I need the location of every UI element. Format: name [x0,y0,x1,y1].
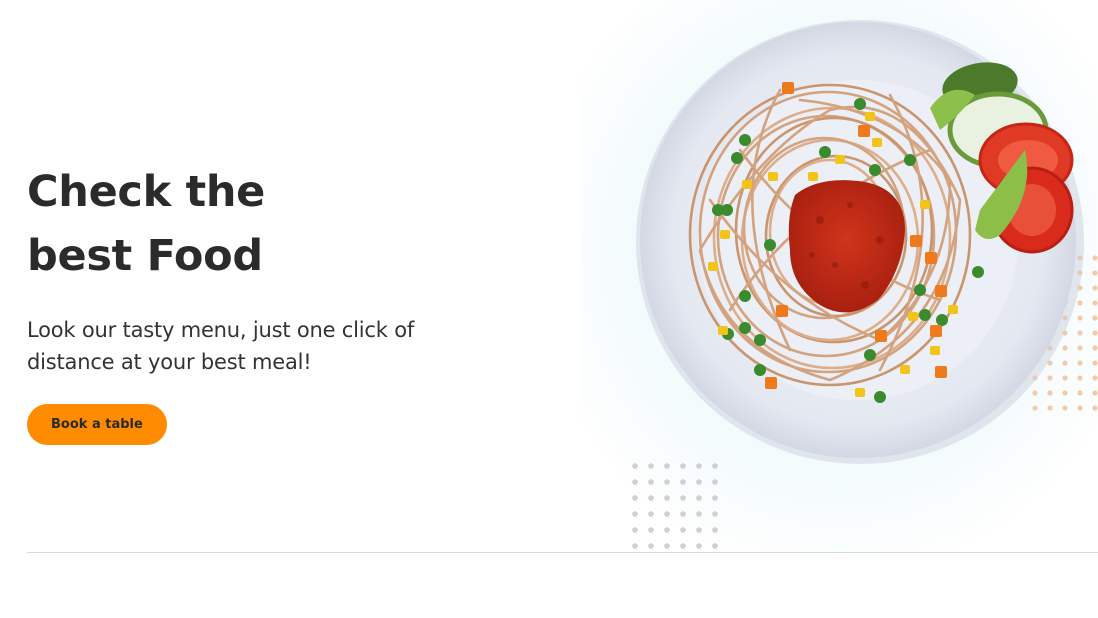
hero-subtitle-line-2: distance at your best meal! [27,350,312,374]
hero-text: Check the best Food Look our tasty menu,… [27,160,507,445]
hero-title: Check the best Food [27,160,507,288]
hero-subtitle-line-1: Look our tasty menu, just one click of [27,318,415,342]
divider [27,552,1098,553]
hero-title-line-2: best Food [27,231,263,281]
hero-image-area [580,0,1098,555]
hero-title-line-1: Check the [27,167,266,217]
page: Check the best Food Look our tasty menu,… [0,0,1098,618]
hero-subtitle: Look our tasty menu, just one click of d… [27,314,507,378]
book-table-button[interactable]: Book a table [27,404,167,445]
spaghetti-plate-image [580,0,1098,555]
